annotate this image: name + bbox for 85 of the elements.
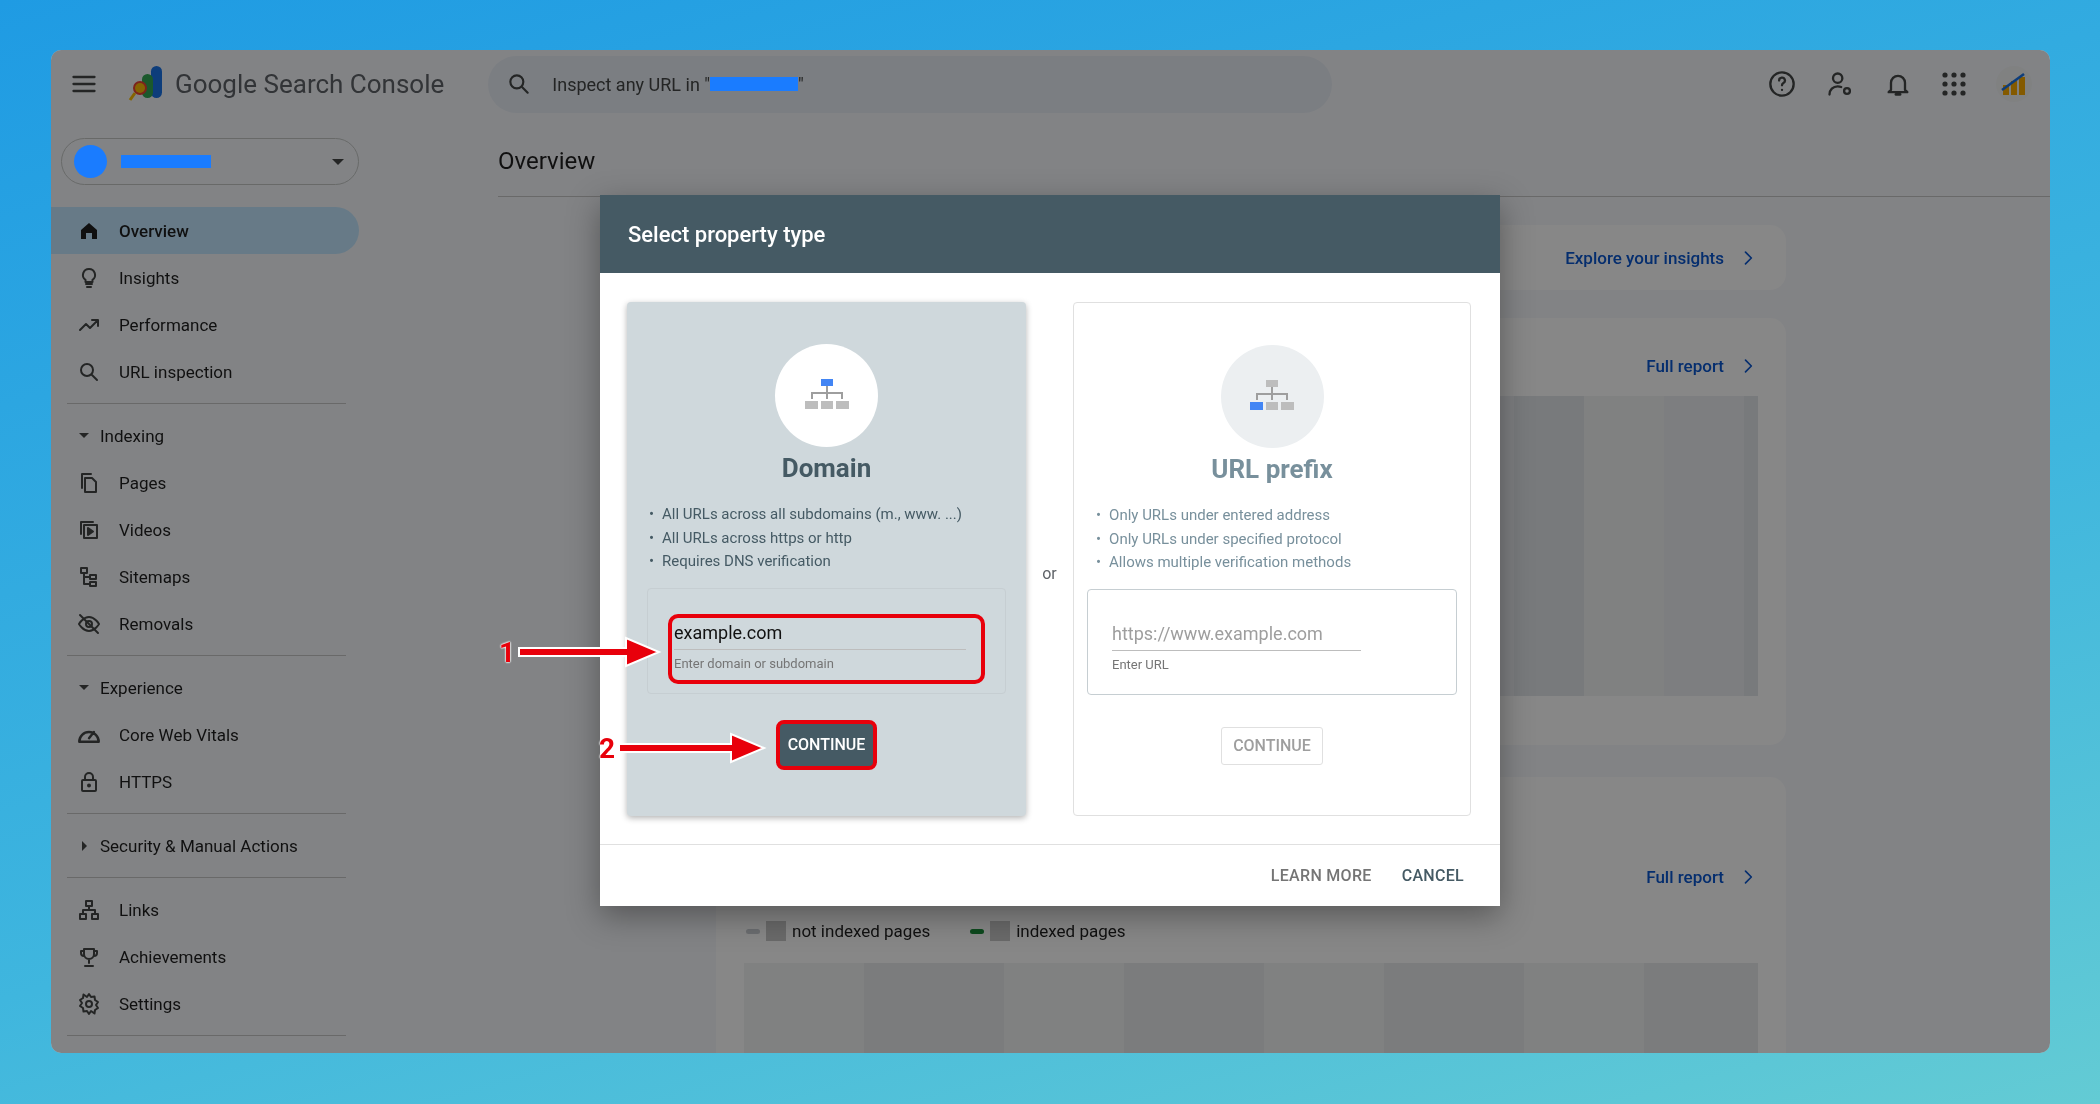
section-label: Indexing [100, 425, 165, 446]
network-icon [77, 897, 101, 922]
continue-button[interactable]: CONTINUE [775, 719, 878, 770]
nav-label: Overview [119, 220, 189, 241]
nav-item[interactable]: Core Web Vitals [51, 711, 359, 758]
nav-item[interactable]: Performance [51, 301, 359, 348]
page-title: Overview [498, 147, 596, 175]
option-title: Domain [781, 453, 872, 483]
nav-label: Performance [119, 314, 218, 335]
bullet-text: Only URLs under specified protocol [1109, 528, 1342, 550]
nav-item[interactable]: Overview [51, 207, 359, 254]
legend-label: not indexed pages [792, 921, 931, 941]
bullet-text: All URLs across https or http [662, 527, 852, 549]
nav-label: Links [119, 899, 160, 920]
settings-icon [77, 991, 101, 1016]
nav-item[interactable]: Settings [51, 980, 359, 1027]
nav-item[interactable]: Links [51, 886, 359, 933]
caret-down-icon [79, 685, 89, 690]
nav-item[interactable]: Pages [51, 459, 359, 506]
redaction-square [990, 921, 1011, 941]
callout-number: 1 [499, 635, 516, 669]
bullet-marker: • [649, 504, 655, 525]
caret-down-icon [79, 433, 89, 438]
search-field[interactable]: Inspect any URL in " " [488, 55, 1333, 113]
eye-slash-icon [77, 611, 101, 636]
bullet-text: Requires DNS verification [662, 551, 831, 572]
nav-section[interactable]: Indexing [51, 412, 361, 459]
redaction-square [766, 921, 786, 941]
nav-label: HTTPS [119, 771, 173, 792]
nav-label: Insights [119, 267, 180, 288]
helper-text: Enter domain or subdomain [674, 655, 835, 671]
apps-button[interactable] [1942, 72, 1966, 96]
search-suffix: " [798, 73, 804, 95]
input-field[interactable]: example.com Enter domain or subdomain [668, 613, 985, 684]
option-card[interactable]: Domain • All URLs across all subdomains (m., www. ...) • All URLs across https or http • Requires DNS verification example.com Enter domain or subdomain CONTINUE [627, 302, 1026, 816]
product-name: Google Search Console [175, 69, 445, 99]
text-input[interactable]: example.com [674, 621, 966, 650]
report-link[interactable]: Full report [1646, 356, 1758, 376]
report-link[interactable]: Explore your insights [1565, 247, 1758, 268]
dialog-action-button[interactable]: CANCEL [1391, 858, 1474, 893]
bullet-text: Allows multiple verification methods [1109, 552, 1352, 573]
nav-label: Settings [119, 993, 182, 1014]
nav-item[interactable]: HTTPS [51, 758, 359, 805]
nav-item[interactable]: URL inspection [51, 348, 359, 395]
bullet-marker: • [649, 527, 655, 549]
dialog-title: Select property type [628, 221, 826, 247]
redaction-circle [74, 145, 107, 178]
nav-label: Videos [119, 519, 172, 540]
nav-label: Pages [119, 472, 167, 493]
nav-section[interactable]: Experience [51, 664, 361, 711]
callout-number: 2 [599, 731, 616, 765]
nav-item[interactable]: Achievements [51, 933, 359, 980]
option-title: URL prefix [1211, 454, 1333, 484]
caret-right-icon [81, 840, 87, 851]
nav-label: URL inspection [119, 361, 233, 382]
bullet-marker: • [649, 551, 655, 572]
dialog-action-button[interactable]: LEARN MORE [1260, 858, 1382, 893]
bullet-marker: • [1096, 505, 1102, 526]
bullet-text: Only URLs under entered address [1109, 505, 1331, 526]
nav-item[interactable]: Removals [51, 600, 359, 647]
legend-label: indexed pages [1016, 921, 1126, 941]
dropdown-caret-icon [332, 158, 344, 165]
helper-text: Enter URL [1112, 656, 1170, 672]
bullet-marker: • [1096, 528, 1102, 550]
bullet-marker: • [1096, 552, 1102, 573]
nav-label: Removals [119, 613, 194, 634]
search-prefix: Inspect any URL in " [552, 73, 711, 95]
text-input[interactable]: https://www.example.com [1112, 622, 1361, 651]
nav-section[interactable]: Security & Manual Actions [51, 822, 361, 869]
help-icon [1768, 70, 1796, 98]
nav-label: Sitemaps [119, 566, 191, 587]
report-link[interactable]: Full report [1646, 867, 1758, 887]
nav-item[interactable]: Sitemaps [51, 553, 359, 600]
section-label: Experience [100, 677, 183, 698]
apps-icon [1942, 72, 1966, 96]
nav-label: Core Web Vitals [119, 724, 239, 745]
user-settings-button[interactable] [1826, 70, 1854, 98]
nav-label: Achievements [119, 946, 227, 967]
separator-text: or [1041, 563, 1058, 583]
bullet-text: All URLs across all subdomains (m., www. ...) [662, 504, 962, 525]
section-label: Security & Manual Actions [100, 835, 298, 856]
nav-item[interactable]: Insights [51, 254, 359, 301]
nav-item[interactable]: Videos [51, 506, 359, 553]
help-button[interactable] [1768, 70, 1796, 98]
user-gear-icon [1826, 70, 1854, 98]
